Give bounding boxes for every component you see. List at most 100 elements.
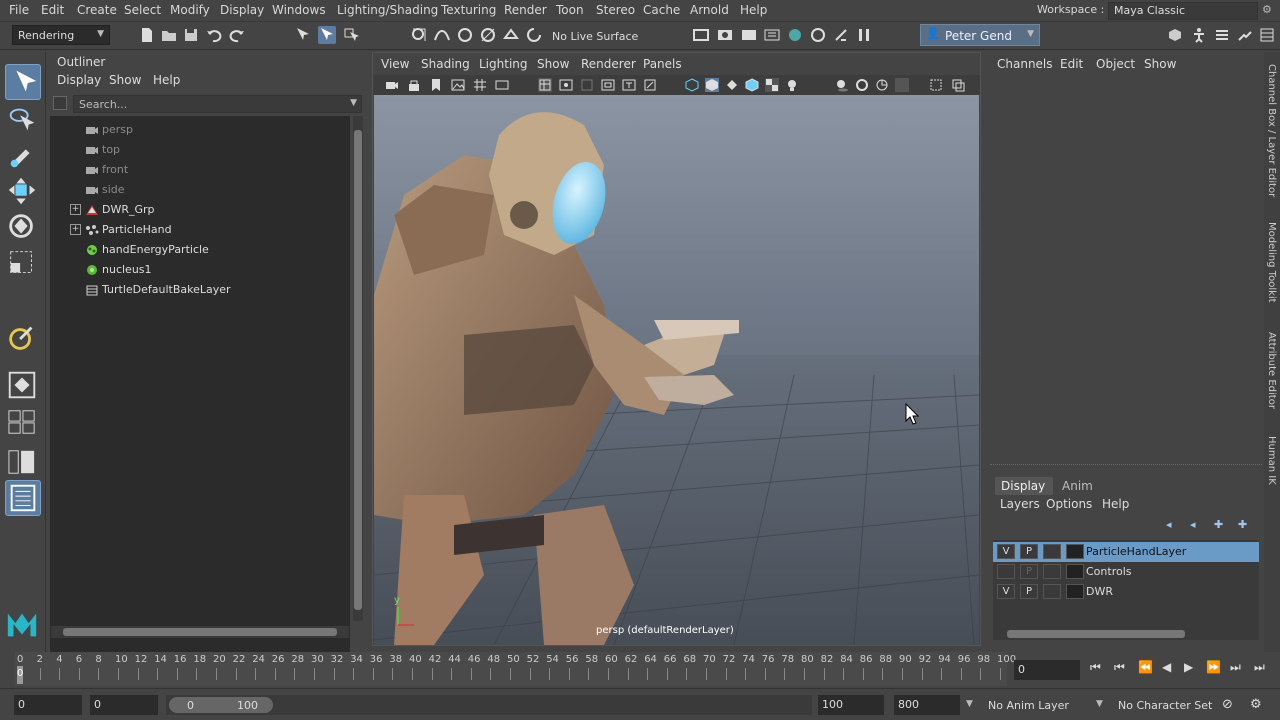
select-object-icon[interactable] <box>318 26 336 44</box>
outliner-layout[interactable] <box>5 480 41 516</box>
live-surface-icon[interactable] <box>525 26 543 44</box>
vp-menu-show[interactable]: Show <box>537 57 569 71</box>
menu-arnold[interactable]: Arnold <box>690 3 729 17</box>
layer-color-swatch[interactable] <box>1066 584 1084 599</box>
menu-display[interactable]: Display <box>220 3 264 17</box>
wireframe-icon[interactable] <box>685 78 699 92</box>
menu-render[interactable]: Render <box>504 3 547 17</box>
snap-curve-icon[interactable] <box>433 26 451 44</box>
outliner-menu-show[interactable]: Show <box>109 73 141 87</box>
attribute-editor-icon[interactable] <box>1213 26 1231 44</box>
playback-end-field[interactable]: 100 <box>818 695 884 715</box>
snap-view-plane-icon[interactable] <box>479 26 497 44</box>
menu-create[interactable]: Create <box>77 3 117 17</box>
arnold-light-icon[interactable] <box>832 26 850 44</box>
safe-title-icon[interactable] <box>622 78 636 92</box>
live-surface-label[interactable]: No Live Surface <box>552 30 638 43</box>
char-set-arrow-icon[interactable]: ▼ <box>1096 699 1103 709</box>
field-chart-icon[interactable] <box>580 78 594 92</box>
film-gate-icon[interactable] <box>495 78 509 92</box>
render-settings-icon[interactable] <box>763 26 781 44</box>
expand-icon[interactable]: + <box>70 204 81 215</box>
goto-end-icon[interactable]: ⏭ <box>1254 660 1265 675</box>
hypershade-icon[interactable] <box>786 26 804 44</box>
tab-attribute-editor[interactable]: Attribute Editor <box>1266 332 1277 409</box>
scene-start-field[interactable]: 0 <box>14 695 82 715</box>
vp-menu-view[interactable]: View <box>381 57 409 71</box>
motion-blur-icon[interactable] <box>875 78 889 92</box>
time-ruler[interactable]: 0 2 4 6 8 10 12 14 16 18 20 22 24 26 28 30 32 34 36 38 40 42 4… <box>15 652 1016 686</box>
open-scene-icon[interactable] <box>160 26 178 44</box>
ipr-render-icon[interactable] <box>740 26 758 44</box>
menu-toon[interactable]: Toon <box>556 3 584 17</box>
menu-lighting-shading[interactable]: Lighting/Shading <box>337 3 438 17</box>
outliner-menu-help[interactable]: Help <box>153 73 180 87</box>
tab-channel-box-layer-editor[interactable]: Channel Box / Layer Editor <box>1266 64 1277 197</box>
four-view-layout[interactable] <box>5 408 41 438</box>
use-all-lights-icon[interactable] <box>785 78 799 92</box>
menuset-dropdown[interactable]: Rendering ▼ <box>12 25 110 45</box>
layer-type-toggle[interactable] <box>1043 584 1061 599</box>
channel-box-icon[interactable] <box>1258 26 1276 44</box>
pan-zoom-icon[interactable] <box>643 78 657 92</box>
new-scene-icon[interactable] <box>138 26 156 44</box>
step-forward-key-icon[interactable]: ⏭ <box>1230 660 1241 675</box>
outliner-hscroll-thumb[interactable] <box>63 628 337 636</box>
anim-prefs-icon[interactable]: ⚙ <box>1250 697 1262 712</box>
textured-icon[interactable] <box>765 78 779 92</box>
step-back-key-icon[interactable]: ⏮ <box>1114 660 1125 675</box>
select-tool[interactable] <box>5 64 41 100</box>
new-empty-layer-icon[interactable]: ✚ <box>1214 518 1230 532</box>
save-scene-icon[interactable] <box>182 26 200 44</box>
playback-start-field[interactable]: 0 <box>90 695 158 715</box>
safe-action-icon[interactable] <box>601 78 615 92</box>
panel-splitter[interactable] <box>990 464 1262 468</box>
vp-menu-lighting[interactable]: Lighting <box>479 57 528 71</box>
tool-settings-icon[interactable] <box>1236 26 1254 44</box>
layer-menu-help[interactable]: Help <box>1102 497 1129 511</box>
cb-menu-object[interactable]: Object <box>1096 57 1135 71</box>
search-options-arrow-icon[interactable]: ▼ <box>350 98 357 108</box>
layer-row-particlehandlayer[interactable]: V P ParticleHandLayer <box>993 542 1259 562</box>
shadows-icon[interactable] <box>835 78 849 92</box>
menu-select[interactable]: Select <box>124 3 161 17</box>
resolution-gate-icon[interactable] <box>538 78 552 92</box>
single-perspective-layout[interactable] <box>5 368 41 404</box>
rotate-tool[interactable] <box>5 210 41 246</box>
outliner-item-particlehand[interactable]: + ParticleHand <box>50 220 350 240</box>
use-default-material-icon[interactable] <box>725 78 739 92</box>
move-layer-up-icon[interactable]: ◂ <box>1166 518 1182 532</box>
image-plane-icon[interactable] <box>451 78 465 92</box>
workspace-dropdown[interactable]: Maya Classic <box>1108 2 1258 20</box>
snap-grid-icon[interactable] <box>410 26 428 44</box>
layer-tab-anim[interactable]: Anim <box>1054 477 1104 495</box>
layer-row-dwr[interactable]: V P DWR <box>993 582 1259 602</box>
current-frame-field[interactable]: 0 <box>1014 660 1080 680</box>
pause-icon[interactable] <box>855 26 873 44</box>
menu-file[interactable]: File <box>9 3 29 17</box>
human-ik-icon[interactable] <box>1190 26 1208 44</box>
outliner-vscroll-thumb[interactable] <box>354 130 362 610</box>
outliner-vscrollbar[interactable] <box>353 116 363 621</box>
outliner-item-top[interactable]: top <box>50 140 350 160</box>
cb-menu-show[interactable]: Show <box>1144 57 1176 71</box>
menu-modify[interactable]: Modify <box>170 3 210 17</box>
vp-menu-shading[interactable]: Shading <box>421 57 470 71</box>
anim-layer-dropdown[interactable]: No Anim Layer <box>988 699 1069 712</box>
outliner-hscrollbar[interactable] <box>51 626 349 638</box>
last-tool-used[interactable] <box>5 322 41 358</box>
outliner-item-dwr-grp[interactable]: + DWR_Grp <box>50 200 350 220</box>
cb-menu-edit[interactable]: Edit <box>1060 57 1083 71</box>
layer-row-controls[interactable]: P Controls <box>993 562 1259 582</box>
layer-type-toggle[interactable] <box>1043 544 1061 559</box>
grid-toggle-icon[interactable] <box>473 78 487 92</box>
layer-tab-display[interactable]: Display <box>995 477 1053 495</box>
menu-edit[interactable]: Edit <box>41 3 64 17</box>
menu-windows[interactable]: Windows <box>272 3 326 17</box>
bookmark-icon[interactable] <box>429 78 443 92</box>
tab-human-ik[interactable]: Human IK <box>1266 436 1277 485</box>
redo-icon[interactable] <box>228 26 246 44</box>
outliner-search-input[interactable]: Search... ▼ <box>73 95 362 113</box>
play-forward-icon[interactable]: ▶ <box>1184 660 1193 674</box>
scene-end-field[interactable]: 800 <box>894 695 960 715</box>
